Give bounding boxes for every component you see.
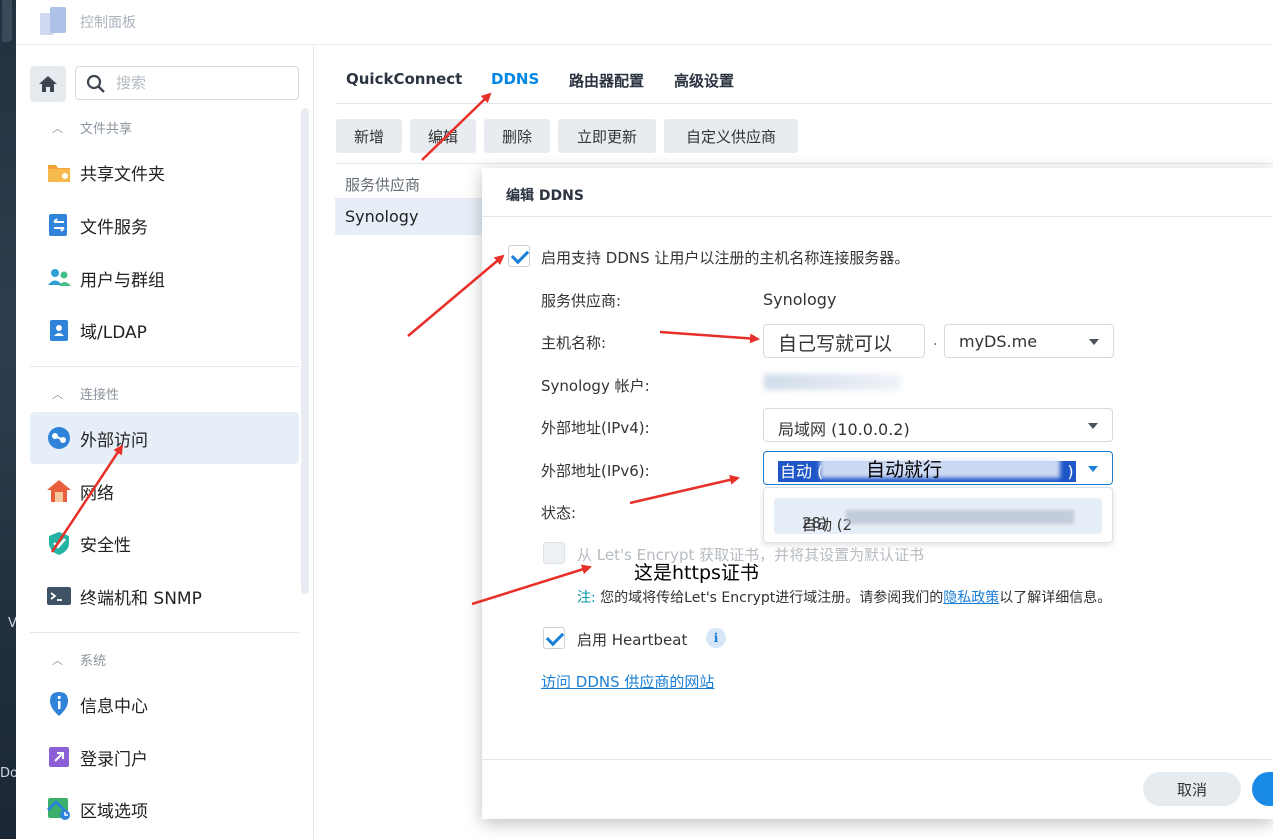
desktop-background: V Do <box>0 0 18 839</box>
chevron-down-icon <box>1088 423 1098 429</box>
terminal-icon <box>47 587 71 605</box>
info-icon[interactable]: i <box>706 628 726 648</box>
heartbeat-checkbox[interactable] <box>543 627 565 649</box>
users-icon <box>48 269 71 286</box>
cancel-button[interactable]: 取消 <box>1143 772 1241 806</box>
domain-select[interactable]: myDS.me <box>944 324 1114 358</box>
search-icon <box>86 74 105 93</box>
section-divider <box>30 366 299 367</box>
external-access-icon <box>48 427 70 449</box>
hostname-dot: . <box>933 331 938 349</box>
network-house-icon <box>47 480 71 502</box>
enable-ddns-checkbox[interactable] <box>508 245 530 267</box>
sidebar: ︿文件共享 共享文件夹 文件服务 用户与群组 域/LDAP ︿连接性 外部访问 … <box>16 46 314 839</box>
annotation-https-note: 这是https证书 <box>634 562 759 584</box>
add-button[interactable]: 新增 <box>336 119 402 153</box>
tab-bar: QuickConnect DDNS 路由器配置 高级设置 <box>335 46 1273 104</box>
sidebar-item-regional-options[interactable]: 区域选项 <box>30 783 299 835</box>
file-services-icon <box>49 214 67 236</box>
provider-value: Synology <box>763 290 837 309</box>
folder-icon <box>48 165 70 182</box>
search-input[interactable] <box>116 72 286 94</box>
dialog-footer-divider <box>482 759 1273 760</box>
cell-provider: Synology <box>345 207 419 226</box>
enable-ddns-label: 启用支持 DDNS 让用户以注册的主机名称连接服务器。 <box>541 249 910 267</box>
title-bar[interactable]: 控制面板 <box>16 0 1273 45</box>
sidebar-item-file-services[interactable]: 文件服务 <box>30 199 299 251</box>
shield-icon <box>49 532 69 555</box>
hostname-label: 主机名称: <box>541 334 607 352</box>
edit-button[interactable]: 编辑 <box>410 119 476 153</box>
sidebar-item-terminal-snmp[interactable]: 终端机和 SNMP <box>30 570 299 622</box>
ipv4-label: 外部地址(IPv4): <box>541 419 650 437</box>
chevron-up-icon: ︿ <box>52 387 63 401</box>
annotation-ipv6-note: 自动就行 <box>866 459 943 481</box>
chevron-up-icon: ︿ <box>52 653 63 667</box>
home-button[interactable] <box>30 66 66 102</box>
info-center-icon <box>50 692 68 716</box>
privacy-policy-link[interactable]: 隐私政策 <box>943 590 999 606</box>
section-header-connectivity[interactable]: ︿ 连接性 <box>52 384 119 404</box>
section-header-file-sharing[interactable]: ︿ 文件共享 <box>52 118 132 138</box>
tab-quickconnect[interactable]: QuickConnect <box>346 70 462 88</box>
ipv4-select[interactable]: 局域网 (10.0.0.2) <box>763 408 1113 442</box>
sidebar-item-login-portal[interactable]: 登录门户 <box>30 731 299 783</box>
search-field[interactable] <box>75 66 299 100</box>
sidebar-item-shared-folder[interactable]: 共享文件夹 <box>30 146 299 198</box>
redacted-account <box>764 374 902 390</box>
provider-label: 服务供应商: <box>541 292 622 310</box>
ipv6-label: 外部地址(IPv6): <box>541 462 650 480</box>
sidebar-scrollbar[interactable] <box>301 108 309 594</box>
control-panel-icon <box>38 7 68 35</box>
chevron-down-icon <box>1088 466 1098 472</box>
sidebar-item-security[interactable]: 安全性 <box>30 517 299 569</box>
sidebar-item-network[interactable]: 网络 <box>30 465 299 517</box>
ipv6-dropdown-list: 自动 (2 28) <box>763 487 1113 543</box>
home-icon <box>39 76 57 92</box>
chevron-down-icon <box>1089 339 1099 345</box>
heartbeat-label: 启用 Heartbeat <box>577 631 688 649</box>
delete-button[interactable]: 删除 <box>484 119 550 153</box>
dialog-divider <box>482 216 1273 217</box>
dialog-title: 编辑 DDNS <box>506 188 584 204</box>
sidebar-item-external-access[interactable]: 外部访问 <box>30 412 299 464</box>
provider-site-link[interactable]: 访问 DDNS 供应商的网站 <box>541 671 714 692</box>
column-header-provider[interactable]: 服务供应商 <box>345 174 420 195</box>
custom-provider-button[interactable]: 自定义供应商 <box>664 119 798 153</box>
privacy-note: 注: 您的域将传给Let's Encrypt进行域注册。请参阅我们的隐私政策以了… <box>577 590 1112 606</box>
update-now-button[interactable]: 立即更新 <box>558 119 656 153</box>
chevron-up-icon: ︿ <box>52 121 63 135</box>
desktop-window-edge <box>2 0 12 42</box>
status-label: 状态: <box>541 504 577 522</box>
table-row[interactable]: Synology <box>335 199 485 235</box>
redacted-ipv6-option <box>846 510 1074 524</box>
hostname-input[interactable]: 自己写就可以 <box>763 324 925 358</box>
sidebar-item-info-center[interactable]: 信息中心 <box>30 678 299 730</box>
section-header-system[interactable]: ︿ 系统 <box>52 650 106 670</box>
sidebar-item-users-groups[interactable]: 用户与群组 <box>30 252 299 304</box>
section-divider <box>30 632 299 633</box>
sidebar-item-domain-ldap[interactable]: 域/LDAP <box>30 304 299 356</box>
tab-advanced[interactable]: 高级设置 <box>674 70 734 91</box>
login-portal-icon <box>49 747 69 767</box>
account-label: Synology 帐户: <box>541 377 650 395</box>
window-title: 控制面板 <box>80 15 136 31</box>
tab-ddns[interactable]: DDNS <box>491 70 539 88</box>
regional-options-icon <box>46 798 70 820</box>
ok-button[interactable] <box>1252 772 1273 806</box>
letsencrypt-checkbox[interactable] <box>543 542 565 564</box>
domain-icon <box>50 320 68 341</box>
tab-router-config[interactable]: 路由器配置 <box>569 70 644 91</box>
